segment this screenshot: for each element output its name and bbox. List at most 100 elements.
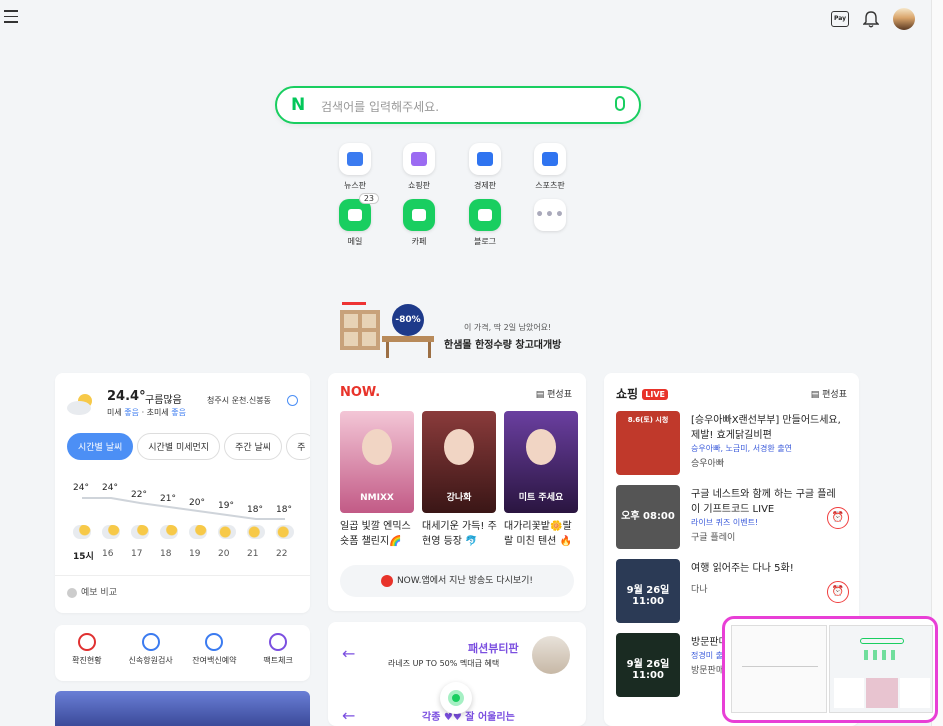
avatar[interactable] bbox=[893, 8, 915, 30]
now-video-caption[interactable]: 일곱 빛깔 엔믹스 숏폼 챌린지🌈 bbox=[340, 519, 416, 549]
shopping-title[interactable]: 쇼핑 LIVE bbox=[616, 385, 669, 402]
shortcut-mail[interactable]: 23 메일 bbox=[327, 193, 383, 247]
now-schedule-link[interactable]: ▤ 편성표 bbox=[536, 387, 572, 400]
page-scrollbar[interactable] bbox=[931, 0, 943, 726]
menu-icon[interactable] bbox=[4, 10, 18, 24]
shortcut-blog[interactable]: 블로그 bbox=[457, 199, 513, 247]
person-face-icon bbox=[526, 429, 556, 465]
hourly-hour: 19 bbox=[189, 549, 201, 559]
live-title[interactable]: [승우아빠X랜선부부] 만들어드세요, 제발! 효게닭길비편 bbox=[691, 413, 841, 443]
shortcut-economy[interactable]: 경제판 bbox=[457, 143, 513, 191]
window-preview-thumbnail[interactable] bbox=[722, 616, 938, 723]
shopping-live-item[interactable]: 오후 08:00 구글 네스트와 함께 하는 구글 플레이 기프트코드 LIVE 라… bbox=[616, 485, 851, 551]
now-video-thumbnail[interactable]: NMIXX bbox=[340, 411, 414, 513]
live-subtitle: 라이브 퀴즈 이벤트! bbox=[691, 518, 759, 527]
now-logo[interactable]: NOW. bbox=[340, 385, 380, 400]
mic-icon[interactable] bbox=[615, 96, 625, 111]
news-icon bbox=[339, 143, 371, 175]
live-seller[interactable]: 다나 bbox=[691, 582, 708, 595]
search-bar[interactable]: N 검색어를 입력해주세요. bbox=[275, 86, 641, 124]
preview-pane-right bbox=[829, 625, 933, 713]
ad-line-1: 이 가격, 딱 2일 남았어요! bbox=[464, 323, 552, 332]
covid-link[interactable]: 잔여백신예약 bbox=[184, 633, 244, 666]
tab-hourly-weather[interactable]: 시간별 날씨 bbox=[67, 433, 134, 460]
live-title[interactable]: 구글 네스트와 함께 하는 구글 플레이 기프트코드 LIVE bbox=[691, 487, 841, 517]
shopping-schedule-link[interactable]: ▤ 편성표 bbox=[811, 387, 847, 400]
hourly-hour: 22 bbox=[276, 549, 288, 559]
forecast-compare[interactable]: 예보 비교 bbox=[67, 585, 117, 598]
fashion-subtitle: 라네즈 UP TO 50% 멕대급 혜택 bbox=[388, 659, 500, 668]
current-temp: 24.4° bbox=[107, 389, 146, 404]
more-icon: ••• bbox=[534, 199, 566, 231]
hourly-temp: 24° bbox=[102, 483, 118, 493]
alarm-icon[interactable]: ⏰ bbox=[827, 581, 849, 603]
now-small-icon bbox=[380, 574, 393, 587]
now-card: NOW. ▤ 편성표 NMIXX 일곱 빛깔 엔믹스 숏폼 챌린지🌈 강나화대세기운… bbox=[328, 373, 586, 611]
shortcut-label: 경제판 bbox=[473, 181, 497, 190]
live-seller[interactable]: 구글 플레이 bbox=[691, 530, 735, 543]
sun-cloud-icon bbox=[189, 525, 207, 539]
shopping-live-item[interactable]: 8.6(토) 시청 [승우아빠X랜선부부] 만들어드세요, 제발! 효게닭길비편승… bbox=[616, 411, 851, 477]
tab-more[interactable]: 주 bbox=[286, 433, 310, 460]
thumbnail-label: 9월 26일 11:00 bbox=[626, 585, 670, 607]
arrow-left-icon-2[interactable]: ← bbox=[342, 706, 355, 725]
shortcut-label: 메일 bbox=[347, 237, 363, 246]
now-video-thumbnail[interactable]: 강나화 bbox=[422, 411, 496, 513]
ad-line-2: 한샘몰 한정수량 창고대개방 bbox=[444, 340, 562, 351]
alarm-icon[interactable]: ⏰ bbox=[827, 507, 849, 529]
tab-weekly-weather[interactable]: 주간 날씨 bbox=[224, 433, 283, 460]
shortcut-label: 블로그 bbox=[473, 237, 497, 246]
live-seller[interactable]: 승우아빠 bbox=[691, 456, 724, 469]
fashion-next: 각종 ♥♥ 잘 어울리는 bbox=[422, 712, 515, 723]
live-seller[interactable]: 방문판매 bbox=[691, 663, 724, 676]
hourly-temp: 18° bbox=[276, 505, 292, 515]
bottom-banner[interactable] bbox=[55, 691, 310, 726]
person-face-icon bbox=[362, 429, 392, 465]
covid-link[interactable]: 확진현황 bbox=[57, 633, 117, 666]
arrow-left-icon[interactable]: ← bbox=[342, 644, 355, 663]
live-thumbnail[interactable]: 8.6(토) 시청 bbox=[616, 411, 680, 475]
bell-icon[interactable] bbox=[863, 10, 879, 28]
moon-cloud-icon bbox=[218, 525, 236, 539]
ad-banner[interactable]: -80% 이 가격, 딱 2일 남았어요! 한샘몰 한정수량 창고대개방 bbox=[336, 296, 602, 366]
weather-location[interactable]: 청주시 운천.신봉동 bbox=[207, 395, 271, 406]
search-input[interactable]: 검색어를 입력해주세요. bbox=[321, 98, 439, 115]
live-thumbnail[interactable]: 9월 26일 11:00 bbox=[616, 633, 680, 697]
covid-quick-links: 확진현황 신속항원검사 잔여백신예약 팩트체크 bbox=[55, 625, 310, 681]
location-target-icon[interactable] bbox=[287, 395, 298, 406]
fashion-title: 패션뷰티판 bbox=[468, 642, 519, 655]
covid-link[interactable]: 신속항원검사 bbox=[121, 633, 181, 666]
now-video-caption[interactable]: 대세기운 가득! 주현영 등장 🐬 bbox=[422, 519, 498, 549]
hourly-temp: 22° bbox=[131, 490, 147, 500]
divider bbox=[55, 575, 310, 576]
shortcut-more[interactable]: ••• bbox=[522, 199, 578, 236]
live-thumbnail[interactable]: 오후 08:00 bbox=[616, 485, 680, 549]
shortcut-news[interactable]: 뉴스판 bbox=[327, 143, 383, 191]
thumbnail-text: 미트 주세요 bbox=[518, 493, 564, 503]
blog-icon bbox=[469, 199, 501, 231]
weather-card: 24.4° 구름많음 청주시 운천.신봉동 미세 좋음 · 초미세 좋음 시간별… bbox=[55, 373, 310, 613]
live-title[interactable]: 여행 읽어주는 다나 5화! bbox=[691, 561, 841, 576]
moon-cloud-icon bbox=[276, 525, 294, 539]
covid-link[interactable]: 팩트체크 bbox=[248, 633, 308, 666]
now-video-caption[interactable]: 대가리꽃밭🌼랄랄 미친 텐션 🔥 bbox=[504, 519, 580, 549]
covid-link-label: 잔여백신예약 bbox=[192, 656, 237, 665]
live-thumbnail[interactable]: 9월 26일 11:00 bbox=[616, 559, 680, 623]
vaccine-icon bbox=[205, 633, 224, 651]
shortcut-cafe[interactable]: 카페 bbox=[391, 199, 447, 247]
sun-cloud-icon bbox=[73, 525, 91, 539]
moon-cloud-icon bbox=[247, 525, 265, 539]
shortcut-shopping[interactable]: 쇼핑판 bbox=[391, 143, 447, 191]
shortcut-sports[interactable]: 스포츠판 bbox=[522, 143, 578, 191]
green-floating-button[interactable] bbox=[440, 682, 472, 714]
pay-icon[interactable]: Pay bbox=[831, 11, 849, 27]
sports-icon bbox=[534, 143, 566, 175]
hourly-temp: 18° bbox=[247, 505, 263, 515]
cafe-icon bbox=[403, 199, 435, 231]
now-video-thumbnail[interactable]: 미트 주세요 bbox=[504, 411, 578, 513]
tab-hourly-dust[interactable]: 시간별 미세먼지 bbox=[137, 433, 221, 460]
sun-cloud-icon bbox=[131, 525, 149, 539]
dust-info: 미세 좋음 · 초미세 좋음 bbox=[107, 408, 187, 417]
thumbnail-text: NMIXX bbox=[360, 493, 394, 503]
now-footer-button[interactable]: NOW.앱에서 지난 방송도 다시보기! bbox=[340, 565, 574, 597]
